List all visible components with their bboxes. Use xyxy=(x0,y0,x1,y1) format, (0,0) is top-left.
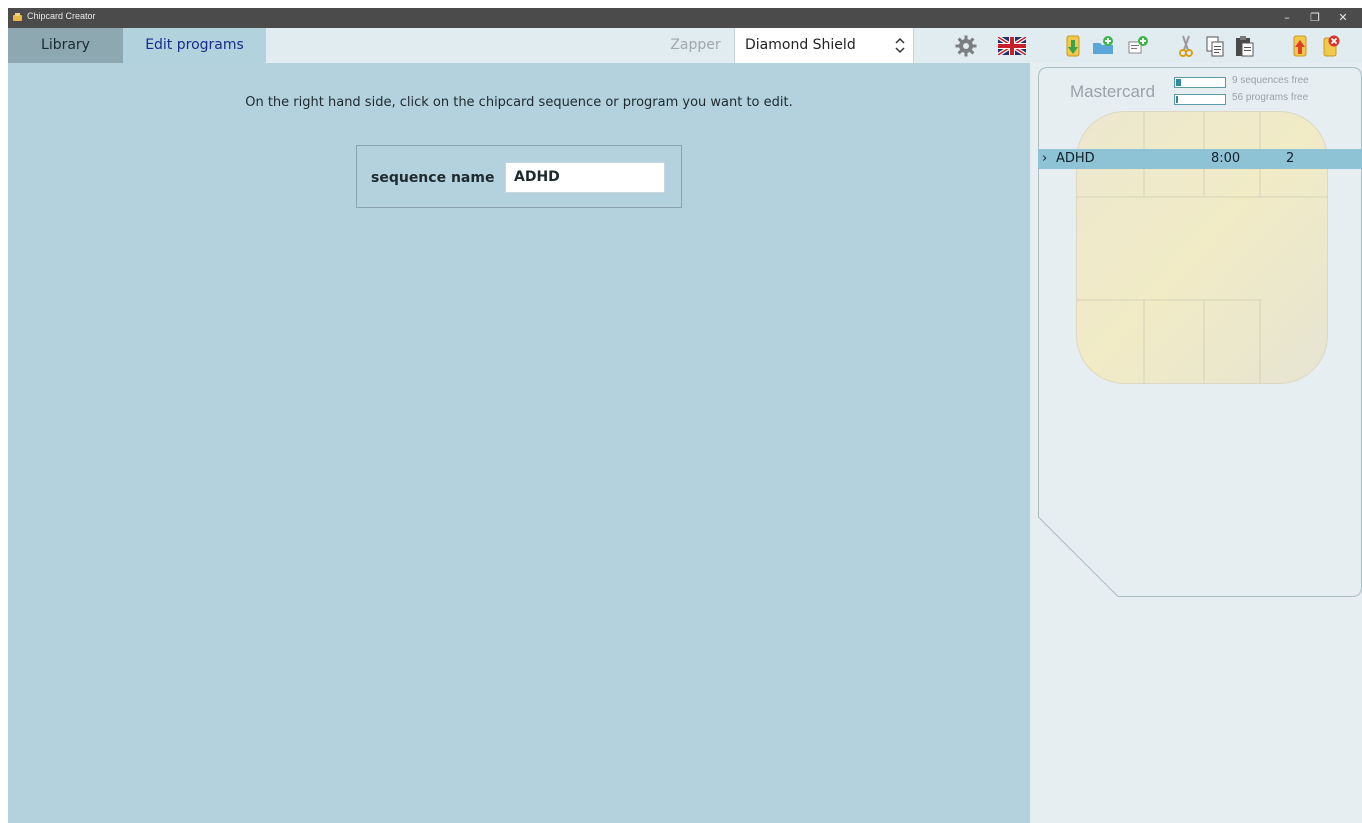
close-button[interactable]: ✕ xyxy=(1326,8,1360,28)
programs-capacity-fill xyxy=(1176,96,1178,103)
sequence-row-count: 2 xyxy=(1286,151,1295,166)
zapper-label: Zapper xyxy=(670,37,721,53)
sequence-row-name: ADHD xyxy=(1056,151,1095,166)
tab-edit-programs[interactable]: Edit programs xyxy=(123,28,266,63)
cut-icon[interactable] xyxy=(1174,34,1198,58)
sequence-row-adhd[interactable]: › ADHD 8:00 2 xyxy=(1038,149,1362,169)
chevron-right-icon: › xyxy=(1042,151,1048,166)
tab-library[interactable]: Library xyxy=(8,28,123,63)
edit-programs-panel: On the right hand side, click on the chi… xyxy=(8,63,1030,823)
chipcard-panel: Mastercard 9 sequences free 56 programs … xyxy=(1030,63,1362,823)
sequence-row-time: 8:00 xyxy=(1211,151,1241,166)
app-icon xyxy=(13,13,22,21)
sequence-name-label: sequence name xyxy=(371,170,495,186)
sequence-name-input[interactable]: ADHD xyxy=(505,162,665,193)
title-bar[interactable]: Chipcard Creator – ❐ ✕ xyxy=(8,8,1362,28)
window-title: Chipcard Creator xyxy=(27,11,96,21)
sequences-free-text: 9 sequences free xyxy=(1232,75,1309,86)
programs-free-text: 56 programs free xyxy=(1232,92,1309,103)
zapper-selected-value: Diamond Shield xyxy=(745,37,856,53)
mastercard-title: Mastercard xyxy=(1070,82,1156,101)
settings-gear-icon[interactable] xyxy=(954,34,978,58)
new-folder-icon[interactable] xyxy=(1091,34,1115,58)
app-window: Chipcard Creator – ❐ ✕ Library Edit prog… xyxy=(8,8,1362,823)
instruction-text: On the right hand side, click on the chi… xyxy=(245,95,793,110)
delete-card-icon[interactable] xyxy=(1318,34,1342,58)
zapper-select[interactable]: Diamond Shield xyxy=(734,28,914,63)
programs-capacity-bar xyxy=(1174,94,1226,105)
paste-icon[interactable] xyxy=(1232,34,1256,58)
copy-icon[interactable] xyxy=(1203,34,1227,58)
import-card-icon[interactable] xyxy=(1061,34,1085,58)
up-down-chevron-icon xyxy=(895,37,905,54)
sequences-capacity-fill xyxy=(1176,79,1181,86)
new-program-icon[interactable] xyxy=(1126,34,1150,58)
sequence-name-box: sequence name ADHD xyxy=(356,145,682,208)
upload-card-icon[interactable] xyxy=(1288,34,1312,58)
sequences-capacity-bar xyxy=(1174,77,1226,88)
uk-flag-icon[interactable] xyxy=(998,37,1026,55)
top-toolbar: Library Edit programs Zapper Diamond Shi… xyxy=(8,28,1362,63)
